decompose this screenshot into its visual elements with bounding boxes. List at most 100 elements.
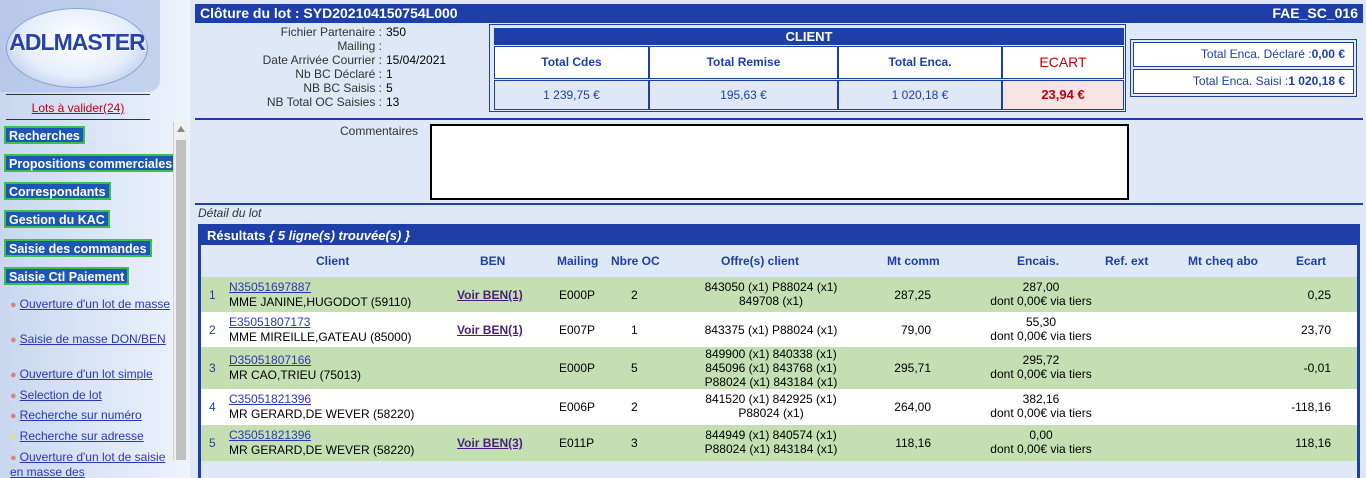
total-enca-saisi: Total Enca. Saisi :1 020,18 €: [1133, 69, 1354, 94]
menu-propositions-commerciales[interactable]: Propositions commerciales: [4, 154, 178, 172]
info-fichier-partenaire: Fichier Partenaire :350: [280, 25, 407, 39]
mailing-value: E006P: [559, 400, 596, 414]
header-total-remise: Total Remise: [649, 46, 838, 79]
sub-item-recherche-adresse[interactable]: ● Recherche sur adresse: [10, 429, 172, 444]
table-row[interactable]: 1 N35051697887 MME JANINE,HUGODOT (59110…: [201, 277, 1357, 312]
col-offres: Offre(s) client: [721, 254, 800, 268]
offre-line: 843050 (x1) P88024 (x1): [704, 280, 838, 294]
value-total-cdes: 1 239,75 €: [494, 80, 649, 110]
info-nb-bc-saisis: NB BC Saisis :5: [303, 81, 393, 95]
row-number: 1: [209, 288, 216, 302]
col-encais: Encais.: [1017, 254, 1060, 268]
sub-item-selection-lot[interactable]: ● Selection de lot: [10, 388, 172, 403]
menu-correspondants[interactable]: Correspondants: [4, 182, 111, 200]
logo[interactable]: ADLMASTER: [6, 8, 148, 88]
client-name: MR GERARD,DE WEVER (58220): [229, 443, 415, 457]
client-name: MME JANINE,HUGODOT (59110): [229, 295, 412, 309]
total-enca-declare: Total Enca. Déclaré :0,00 €: [1133, 42, 1354, 67]
sub-item-ouverture-lot-simple[interactable]: ● Ouverture d'un lot simple: [10, 367, 172, 382]
encais-value: 55,30: [1025, 315, 1057, 329]
table-row[interactable]: 5 C35051821396 MR GERARD,DE WEVER (58220…: [201, 425, 1357, 461]
col-client: Client: [316, 254, 350, 268]
voir-ben-link[interactable]: Voir BEN(1): [457, 288, 523, 302]
ecart-value: 118,16: [1295, 436, 1331, 450]
encaissement-box: Total Enca. Déclaré :0,00 € Total Enca. …: [1130, 39, 1357, 97]
info-mailing: Mailing :: [337, 39, 382, 53]
main-panel: Clôture du lot : SYD202104150754L000 FAE…: [190, 0, 1366, 478]
value-total-enca: 1 020,18 €: [838, 80, 1002, 110]
menu-saisie-commandes[interactable]: Saisie des commandes: [4, 239, 152, 257]
info-nb-total-oc: NB Total OC Saisies :13: [266, 95, 400, 109]
voir-ben-link[interactable]: Voir BEN(1): [457, 323, 523, 337]
value-total-remise: 195,63 €: [649, 80, 838, 110]
table-row[interactable]: 4 C35051821396 MR GERARD,DE WEVER (58220…: [201, 389, 1357, 425]
offre-line: 849708 (x1): [738, 294, 804, 308]
bullet-icon: ●: [10, 452, 17, 464]
offre-line: P88024 (x1) 843184 (x1): [704, 375, 838, 389]
client-name: MME MIREILLE,GATEAU (85000): [229, 330, 412, 344]
client-id-link[interactable]: E35051807173: [229, 315, 310, 329]
client-name: MR GERARD,DE WEVER (58220): [229, 407, 415, 421]
col-mt-comm: Mt comm: [887, 254, 940, 268]
menu-saisie-ctl-paiement[interactable]: Saisie Ctl Paiement: [4, 267, 130, 285]
mt-comm-value: 287,25: [894, 288, 931, 302]
col-nbre-oc: Nbre OC: [611, 254, 660, 268]
app-window: ADLMASTER Lots à valider(24) Recherches …: [0, 0, 1366, 478]
encais-sub: dont 0,00€ via tiers: [990, 329, 1092, 343]
lots-section: Lots à valider(24): [6, 94, 150, 120]
sub-item-saisie-masse-don-ben[interactable]: ● Saisie de masse DON/BEN: [10, 332, 172, 347]
nbre-oc-value: 5: [631, 361, 638, 375]
divider: [195, 203, 1363, 205]
scroll-up-icon[interactable]: [177, 126, 185, 132]
nbre-oc-value: 1: [631, 323, 638, 337]
info-nb-bc-declare: Nb BC Déclaré :1: [295, 67, 393, 81]
client-id-link[interactable]: D35051807166: [229, 353, 311, 367]
bullet-icon: ●: [10, 390, 17, 402]
table-row[interactable]: 3 D35051807166 MR CAO,TRIEU (75013) E000…: [201, 347, 1357, 389]
row-number: 4: [209, 400, 216, 414]
header-total-cdes: Total Cdes: [494, 46, 649, 79]
sidebar-scrollbar[interactable]: [173, 122, 188, 460]
client-id-link[interactable]: C35051821396: [229, 392, 311, 406]
bullet-icon: ●: [10, 431, 17, 443]
sub-item-ouverture-lot-masse[interactable]: ● Ouverture d'un lot de masse: [10, 297, 172, 312]
sub-item-ouverture-lot-saisie-masse[interactable]: ● Ouverture d'un lot de saisie en masse d…: [10, 450, 172, 478]
table-row[interactable]: 2 E35051807173 MME MIREILLE,GATEAU (8500…: [201, 312, 1357, 347]
offre-line: 844949 (x1) 840574 (x1): [705, 428, 837, 442]
value-ecart: 23,94 €: [1002, 80, 1124, 110]
lots-a-valider-link[interactable]: Lots à valider(24): [32, 101, 125, 115]
offre-line: P88024 (x1) 843184 (x1): [704, 442, 838, 456]
scrollbar-thumb[interactable]: [176, 140, 186, 460]
client-id-link[interactable]: C35051821396: [229, 428, 311, 442]
encais-value: 0,00: [1029, 428, 1053, 442]
comment-textarea[interactable]: [430, 124, 1129, 200]
mailing-value: E000P: [559, 361, 596, 375]
voir-ben-link[interactable]: Voir BEN(3): [457, 436, 523, 450]
menu-recherches[interactable]: Recherches: [4, 126, 85, 144]
col-ecart: Ecart: [1296, 254, 1327, 268]
encais-sub: dont 0,00€ via tiers: [990, 367, 1092, 381]
sub-item-recherche-numero[interactable]: ● Recherche sur numéro: [10, 408, 172, 423]
offre-line: 845096 (x1) 843768 (x1): [705, 361, 837, 375]
bullet-icon: ●: [10, 299, 17, 311]
encais-value: 295,72: [1022, 353, 1060, 367]
encais-value: 382,16: [1022, 392, 1060, 406]
offre-line: P88024 (x1): [738, 406, 804, 420]
menu-gestion-kac[interactable]: Gestion du KAC: [4, 210, 110, 228]
client-id-link[interactable]: N35051697887: [229, 280, 311, 294]
client-totals: CLIENT Total Cdes Total Remise Total Enc…: [489, 24, 1126, 112]
row-number: 3: [209, 361, 216, 375]
client-title: CLIENT: [494, 28, 1124, 45]
encais-sub: dont 0,00€ via tiers: [990, 294, 1092, 308]
screen-code: FAE_SC_016: [1272, 5, 1358, 21]
mt-comm-value: 79,00: [900, 323, 931, 337]
row-number: 5: [209, 436, 216, 450]
sidebar: ADLMASTER Lots à valider(24) Recherches …: [0, 0, 190, 478]
divider: [195, 118, 1363, 120]
bullet-icon: ●: [10, 334, 17, 346]
encais-value: 287,00: [1022, 280, 1060, 294]
nbre-oc-value: 3: [631, 436, 638, 450]
page-title: Clôture du lot : SYD202104150754L000: [200, 5, 458, 21]
mt-comm-value: 295,71: [894, 361, 931, 375]
bullet-icon: ●: [10, 369, 17, 381]
